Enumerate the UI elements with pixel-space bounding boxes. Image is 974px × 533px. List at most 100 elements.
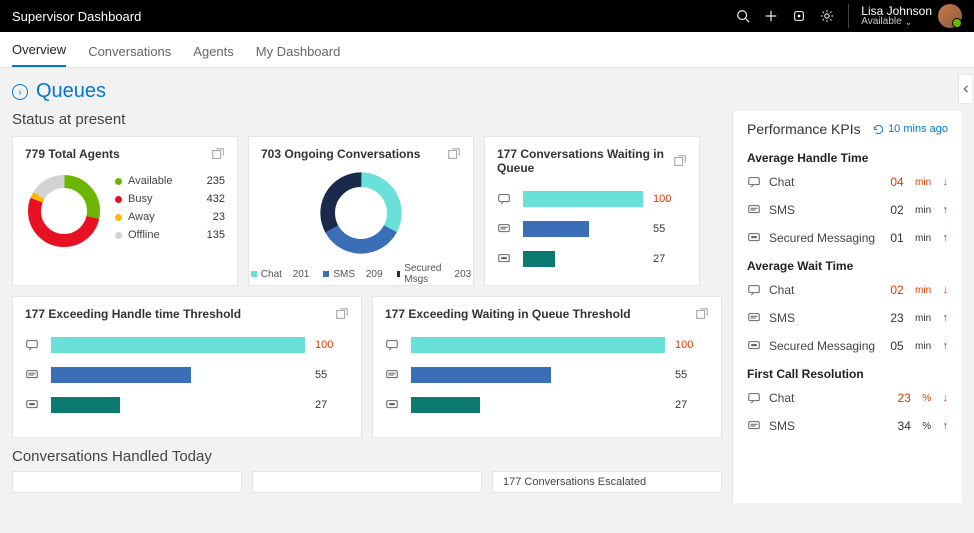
legend-row: Offline135	[115, 229, 225, 241]
assistant-icon[interactable]	[792, 9, 806, 23]
tab-conversations[interactable]: Conversations	[88, 44, 171, 67]
exceed-wait-bars: 100 55 27	[385, 329, 709, 417]
card-ongoing: 703 Ongoing Conversations Chat 201 SMS 20…	[248, 136, 474, 286]
ongoing-donut-chart	[317, 169, 405, 257]
card-title: 703 Ongoing Conversations	[261, 147, 420, 161]
kpi-title: Performance KPIs	[747, 121, 861, 137]
msg-icon	[497, 252, 513, 266]
card-exceed-handle: 177 Exceeding Handle time Threshold 100 …	[12, 296, 362, 438]
bar-row: 55	[497, 221, 683, 237]
popout-icon[interactable]	[695, 307, 709, 321]
user-status: Available⌄	[861, 17, 932, 27]
agents-donut-chart	[25, 169, 103, 253]
legend-item: Chat 201	[251, 263, 310, 285]
card-total-agents: 779 Total Agents Available235 Busy432 Away…	[12, 136, 238, 286]
chat-icon	[747, 283, 761, 297]
peek-card[interactable]	[252, 471, 482, 493]
legend-row: Available235	[115, 175, 225, 187]
status-heading: Status at present	[12, 111, 722, 128]
tab-agents[interactable]: Agents	[193, 44, 233, 67]
exceed-handle-bars: 100 55 27	[25, 329, 349, 417]
tab-bar: Overview Conversations Agents My Dashboa…	[0, 32, 974, 68]
bar-row: 55	[25, 367, 345, 383]
kpi-panel: Performance KPIs 10 mins ago Average Han…	[732, 111, 962, 503]
trend-up-icon: ↑	[943, 340, 949, 352]
kpi-group: Average Wait Time Chat 02 min ↓ SMS 23 m…	[747, 259, 948, 353]
sms-icon	[747, 419, 761, 433]
bar-row: 27	[25, 397, 345, 413]
kpi-group: Average Handle Time Chat 04 min ↓ SMS 02…	[747, 151, 948, 245]
trend-up-icon: ↑	[943, 232, 949, 244]
msg-icon	[747, 339, 761, 353]
handled-today-heading: Conversations Handled Today	[12, 448, 722, 465]
kpi-refresh[interactable]: 10 mins ago	[873, 123, 948, 135]
peek-card[interactable]: 177 Conversations Escalated	[492, 471, 722, 493]
kpi-line: Chat 02 min ↓	[747, 283, 948, 297]
bar-row: 100	[25, 337, 345, 353]
trend-down-icon: ↓	[943, 176, 949, 188]
page-title: › Queues	[12, 80, 962, 103]
chevron-circle-icon[interactable]: ›	[12, 84, 28, 100]
bar-row: 55	[385, 367, 705, 383]
ongoing-legend: Chat 201 SMS 209 Secured Msgs 203	[251, 263, 471, 285]
card-exceed-wait: 177 Exceeding Waiting in Queue Threshold…	[372, 296, 722, 438]
kpi-line: SMS 02 min ↑	[747, 203, 948, 217]
sms-icon	[747, 311, 761, 325]
collapse-panel-button[interactable]	[958, 74, 972, 104]
kpi-line: Chat 23 % ↓	[747, 391, 948, 405]
tab-overview[interactable]: Overview	[12, 42, 66, 67]
kpi-line: Secured Messaging 05 min ↑	[747, 339, 948, 353]
card-title: 177 Conversations Waiting in Queue	[497, 147, 673, 175]
avatar[interactable]	[938, 4, 962, 28]
kpi-line: Chat 04 min ↓	[747, 175, 948, 189]
legend-item: Secured Msgs 203	[397, 263, 472, 285]
chat-icon	[747, 391, 761, 405]
chat-icon	[497, 192, 513, 206]
msg-icon	[747, 231, 761, 245]
gear-icon[interactable]	[820, 9, 834, 23]
card-title: 177 Exceeding Handle time Threshold	[25, 307, 241, 321]
legend-item: SMS 209	[323, 263, 382, 285]
sms-icon	[25, 368, 41, 382]
chat-icon	[385, 338, 401, 352]
trend-up-icon: ↑	[943, 312, 949, 324]
plus-icon[interactable]	[764, 9, 778, 23]
sms-icon	[385, 368, 401, 382]
trend-down-icon: ↓	[943, 284, 949, 296]
popout-icon[interactable]	[673, 154, 687, 168]
popout-icon[interactable]	[211, 147, 225, 161]
kpi-line: SMS 23 min ↑	[747, 311, 948, 325]
card-waiting: 177 Conversations Waiting in Queue 100 5…	[484, 136, 700, 286]
chat-icon	[25, 338, 41, 352]
legend-row: Away23	[115, 211, 225, 223]
kpi-line: SMS 34 % ↑	[747, 419, 948, 433]
search-icon[interactable]	[736, 9, 750, 23]
trend-up-icon: ↑	[943, 204, 949, 216]
trend-up-icon: ↑	[943, 420, 949, 432]
msg-icon	[25, 398, 41, 412]
sms-icon	[497, 222, 513, 236]
user-menu[interactable]: Lisa Johnson Available⌄	[848, 4, 962, 28]
popout-icon[interactable]	[335, 307, 349, 321]
card-title: 779 Total Agents	[25, 147, 120, 161]
handled-today-row: 177 Conversations Escalated	[12, 471, 722, 493]
kpi-line: Secured Messaging 01 min ↑	[747, 231, 948, 245]
app-title: Supervisor Dashboard	[12, 9, 141, 24]
popout-icon[interactable]	[447, 147, 461, 161]
card-title: 177 Exceeding Waiting in Queue Threshold	[385, 307, 631, 321]
trend-down-icon: ↓	[943, 392, 949, 404]
bar-row: 27	[497, 251, 683, 267]
kpi-group: First Call Resolution Chat 23 % ↓ SMS 34…	[747, 367, 948, 433]
app-header: Supervisor Dashboard Lisa Johnson Availa…	[0, 0, 974, 32]
chat-icon	[747, 175, 761, 189]
agents-legend: Available235 Busy432 Away23 Offline135	[115, 175, 225, 247]
bar-row: 27	[385, 397, 705, 413]
bar-row: 100	[385, 337, 705, 353]
msg-icon	[385, 398, 401, 412]
peek-card[interactable]	[12, 471, 242, 493]
sms-icon	[747, 203, 761, 217]
tab-my-dashboard[interactable]: My Dashboard	[256, 44, 341, 67]
waiting-bars: 100 55 27	[497, 183, 687, 271]
bar-row: 100	[497, 191, 683, 207]
legend-row: Busy432	[115, 193, 225, 205]
